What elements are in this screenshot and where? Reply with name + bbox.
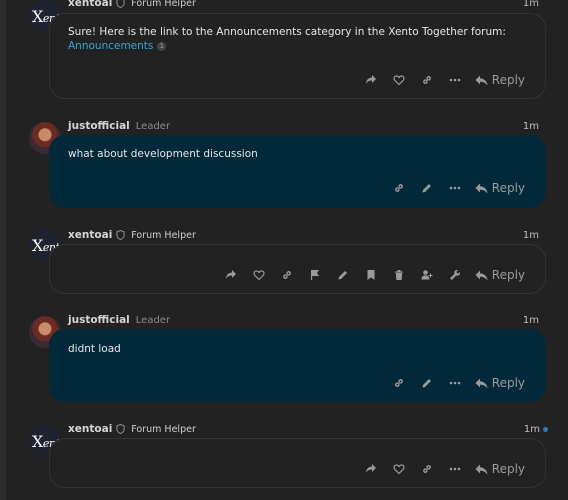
user-title: Forum Helper [131,423,196,435]
post-body: didnt load [68,342,121,356]
share-icon[interactable] [217,264,245,286]
username[interactable]: xentoai [68,423,112,435]
more-icon[interactable] [441,372,469,394]
post-card: Reply [49,244,546,294]
reply-button[interactable]: Reply [475,181,525,195]
user-title: Forum Helper [131,229,196,241]
post-meta: xentoai Forum Helper [68,0,196,10]
flag-icon[interactable] [301,264,329,286]
reply-button[interactable]: Reply [475,462,525,476]
post-text: what about development discussion [68,148,258,160]
post-actions: Reply [357,69,525,91]
reply-icon [475,75,488,85]
post-meta: xentoai Forum Helper [68,422,196,436]
post-card: didnt load Reply [49,329,546,402]
link-icon[interactable] [385,177,413,199]
share-icon[interactable] [357,69,385,91]
reply-icon [475,183,488,193]
like-icon[interactable] [385,69,413,91]
reply-icon [475,270,488,280]
reply-label: Reply [491,268,525,282]
new-post-dot [543,426,548,432]
post-meta: justofficial Leader [68,313,170,327]
reply-label: Reply [491,462,525,476]
post-time[interactable]: 1m [523,313,539,327]
user-title: Leader [135,314,171,326]
share-icon[interactable] [357,458,385,480]
announcements-link[interactable]: Announcements [68,40,153,52]
post-time[interactable]: 1m [523,0,539,10]
link-icon[interactable] [385,372,413,394]
post-text: didnt load [68,343,121,355]
like-icon[interactable] [385,458,413,480]
bookmark-icon[interactable] [357,264,385,286]
reply-icon [475,378,488,388]
link-icon[interactable] [413,458,441,480]
more-icon[interactable] [441,177,469,199]
wrench-icon[interactable] [441,264,469,286]
username[interactable]: xentoai [68,0,112,9]
post-body: Sure! Here is the link to the Announceme… [68,25,506,53]
shield-icon [116,0,125,8]
post-actions: Reply [357,458,525,480]
user-add-icon[interactable] [413,264,441,286]
link-icon[interactable] [273,264,301,286]
post-text: Sure! Here is the link to the Announceme… [68,26,506,38]
post-card: Reply [49,438,546,488]
post-time[interactable]: 1m [523,228,539,242]
timeline-gutter [0,0,6,500]
reply-button[interactable]: Reply [475,268,525,282]
post-meta: xentoai Forum Helper [68,228,196,242]
username[interactable]: xentoai [68,229,112,241]
post-time[interactable]: 1m [523,119,539,133]
post-card: Sure! Here is the link to the Announceme… [49,13,546,99]
post-actions: Reply [217,264,525,286]
user-title: Leader [135,120,171,132]
reply-label: Reply [491,73,525,87]
reply-button[interactable]: Reply [475,73,525,87]
link-click-count: 1 [157,41,167,51]
username[interactable]: justofficial [68,314,130,326]
time-label: 1m [523,423,540,435]
link-icon[interactable] [413,69,441,91]
more-icon[interactable] [441,458,469,480]
delete-icon[interactable] [385,264,413,286]
edit-icon[interactable] [413,177,441,199]
post-actions: Reply [385,372,525,394]
more-icon[interactable] [441,69,469,91]
edit-icon[interactable] [413,372,441,394]
like-icon[interactable] [245,264,273,286]
post-time[interactable]: 1m [524,422,548,436]
shield-icon [116,230,125,240]
post-card: what about development discussion Reply [49,135,546,208]
shield-icon [116,424,125,434]
username[interactable]: justofficial [68,120,130,132]
reply-label: Reply [491,181,525,195]
reply-icon [475,464,488,474]
post-body: what about development discussion [68,147,258,161]
post-meta: justofficial Leader [68,119,170,133]
reply-button[interactable]: Reply [475,376,525,390]
reply-label: Reply [491,376,525,390]
user-title: Forum Helper [131,0,196,9]
edit-icon[interactable] [329,264,357,286]
post-actions: Reply [385,177,525,199]
